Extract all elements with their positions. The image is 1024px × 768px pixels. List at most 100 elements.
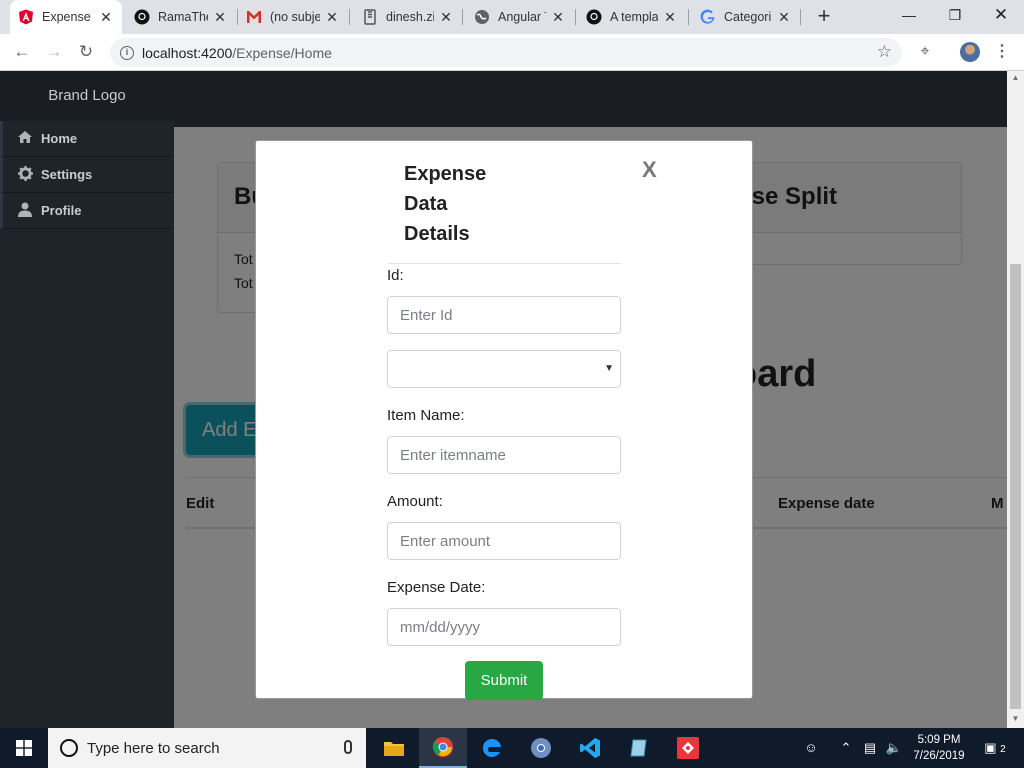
sidebar-item-label: Home — [41, 131, 78, 146]
tab-title: dinesh.zi — [386, 10, 434, 24]
browser-tab[interactable]: dinesh.zi ✕ — [354, 0, 462, 34]
restore-button[interactable]: ❐ — [932, 0, 978, 30]
scrollbar-thumb[interactable] — [1010, 264, 1021, 709]
browser-tab[interactable]: RamaThe ✕ — [126, 0, 236, 34]
zip-icon — [362, 9, 378, 25]
chevron-down-icon: ▼ — [604, 363, 614, 374]
minimize-button[interactable]: — — [886, 0, 932, 30]
github-icon — [134, 9, 150, 25]
notepad-icon[interactable] — [615, 728, 663, 768]
browser-tab-expense[interactable]: Expense ✕ — [10, 0, 122, 34]
category-select[interactable]: ▼ — [387, 350, 621, 388]
tab-title: A templa — [610, 10, 658, 24]
divider — [388, 263, 621, 264]
notification-icon: ▣ — [984, 740, 997, 755]
expense-date-input[interactable] — [387, 608, 621, 646]
menu-kebab-icon[interactable]: ⋮ — [990, 40, 1014, 64]
browser-toolbar: ← → ↻ i localhost:4200/Expense/Home ☆ ⌖ … — [0, 34, 1024, 71]
reload-button[interactable]: ↻ — [74, 40, 98, 64]
modal-title: Expense Data Details — [404, 163, 487, 245]
close-tab-icon[interactable]: ✕ — [550, 9, 566, 26]
info-icon[interactable]: i — [120, 45, 134, 60]
close-window-button[interactable]: ✕ — [978, 0, 1024, 30]
start-button[interactable] — [0, 728, 48, 768]
sidebar-item-settings[interactable]: Settings — [0, 157, 174, 193]
page-scrollbar[interactable]: ▲ ▼ — [1007, 71, 1024, 728]
brand-logo[interactable]: Brand Logo — [0, 71, 174, 121]
system-clock[interactable]: 5:09 PM 7/26/2019 — [908, 732, 970, 764]
github-icon — [586, 9, 602, 25]
browser-tab[interactable]: Categori ✕ — [692, 0, 800, 34]
search-placeholder: Type here to search — [87, 739, 220, 757]
back-button[interactable]: ← — [10, 40, 34, 64]
tab-title: RamaThe — [158, 10, 208, 24]
clock-date: 7/26/2019 — [913, 750, 965, 762]
file-explorer-icon[interactable] — [370, 728, 418, 768]
scroll-down-arrow[interactable]: ▼ — [1007, 712, 1024, 726]
sidebar-item-profile[interactable]: Profile — [0, 193, 174, 229]
amount-input[interactable] — [387, 522, 621, 560]
sidebar-item-label: Settings — [41, 167, 93, 182]
edge-icon[interactable] — [468, 728, 516, 768]
forward-button[interactable]: → — [42, 40, 66, 64]
user-icon — [17, 202, 33, 220]
url-path: /Expense/Home — [232, 44, 332, 61]
submit-button[interactable]: Submit — [465, 661, 543, 700]
close-tab-icon[interactable]: ✕ — [98, 9, 114, 26]
notification-count: 2 — [1000, 744, 1006, 755]
network-icon[interactable]: ▤ — [860, 728, 880, 768]
bookmark-star-icon[interactable]: ☆ — [877, 42, 892, 62]
browser-tab-strip: Expense ✕ RamaThe ✕ (no subje ✕ dinesh.z… — [0, 0, 1024, 34]
sidebar: Brand Logo Home Settings Profile — [0, 71, 174, 728]
browser-tab[interactable]: A templa ✕ — [578, 0, 686, 34]
chevron-up-icon[interactable]: ⌃ — [838, 728, 854, 768]
amount-label: Amount: — [387, 493, 443, 510]
taskbar-search[interactable]: Type here to search — [48, 728, 366, 768]
browser-tab[interactable]: (no subje ✕ — [238, 0, 348, 34]
address-bar[interactable]: i localhost:4200/Expense/Home ☆ — [110, 38, 902, 67]
scroll-up-arrow[interactable]: ▲ — [1007, 71, 1024, 85]
windows-taskbar: Type here to search ☺ ⌃ ▤ 🔈 5:09 PM 7/26… — [0, 728, 1024, 768]
sidebar-item-home[interactable]: Home — [0, 121, 174, 157]
chrome-icon[interactable] — [517, 728, 565, 768]
volume-icon[interactable]: 🔈 — [884, 728, 904, 768]
close-tab-icon[interactable]: ✕ — [324, 9, 340, 26]
angular-icon — [18, 9, 34, 25]
home-icon — [17, 130, 33, 147]
google-icon — [700, 9, 716, 25]
cortana-icon — [60, 739, 78, 757]
close-tab-icon[interactable]: ✕ — [776, 9, 792, 26]
windows-logo-icon — [16, 740, 32, 756]
tab-title: Expense — [42, 10, 91, 24]
close-tab-icon[interactable]: ✕ — [212, 9, 228, 26]
close-tab-icon[interactable]: ✕ — [662, 9, 678, 26]
id-label: Id: — [387, 267, 404, 284]
chrome-taskbar-icon[interactable] — [419, 728, 467, 768]
expense-date-label: Expense Date: — [387, 579, 486, 596]
sidebar-item-label: Profile — [41, 203, 82, 218]
modal-close-button[interactable]: X — [642, 157, 657, 183]
notification-center-button[interactable]: ▣ 2 — [980, 728, 1010, 768]
tab-title: Angular T — [498, 10, 546, 24]
extension-icon[interactable]: ⌖ — [913, 40, 937, 64]
id-input[interactable] — [387, 296, 621, 334]
url-host: localhost:4200 — [142, 44, 233, 61]
microphone-icon[interactable] — [344, 740, 352, 754]
browser-tab[interactable]: Angular T ✕ — [466, 0, 574, 34]
profile-avatar[interactable] — [960, 42, 980, 62]
gmail-icon — [246, 9, 262, 25]
gear-icon — [17, 165, 33, 184]
tab-title: Categori — [724, 10, 772, 24]
globe-icon — [474, 9, 490, 25]
new-tab-button[interactable]: + — [812, 4, 836, 28]
tab-title: (no subje — [270, 10, 320, 24]
close-tab-icon[interactable]: ✕ — [438, 9, 454, 26]
clock-time: 5:09 PM — [917, 734, 961, 746]
git-app-icon[interactable] — [664, 728, 712, 768]
vscode-icon[interactable] — [566, 728, 614, 768]
modal-backdrop-top — [174, 71, 1007, 127]
item-name-label: Item Name: — [387, 407, 465, 424]
item-name-input[interactable] — [387, 436, 621, 474]
people-icon[interactable]: ☺ — [800, 728, 822, 768]
expense-modal: Expense Data Details X Id: ▼ Item Name: … — [255, 140, 753, 700]
